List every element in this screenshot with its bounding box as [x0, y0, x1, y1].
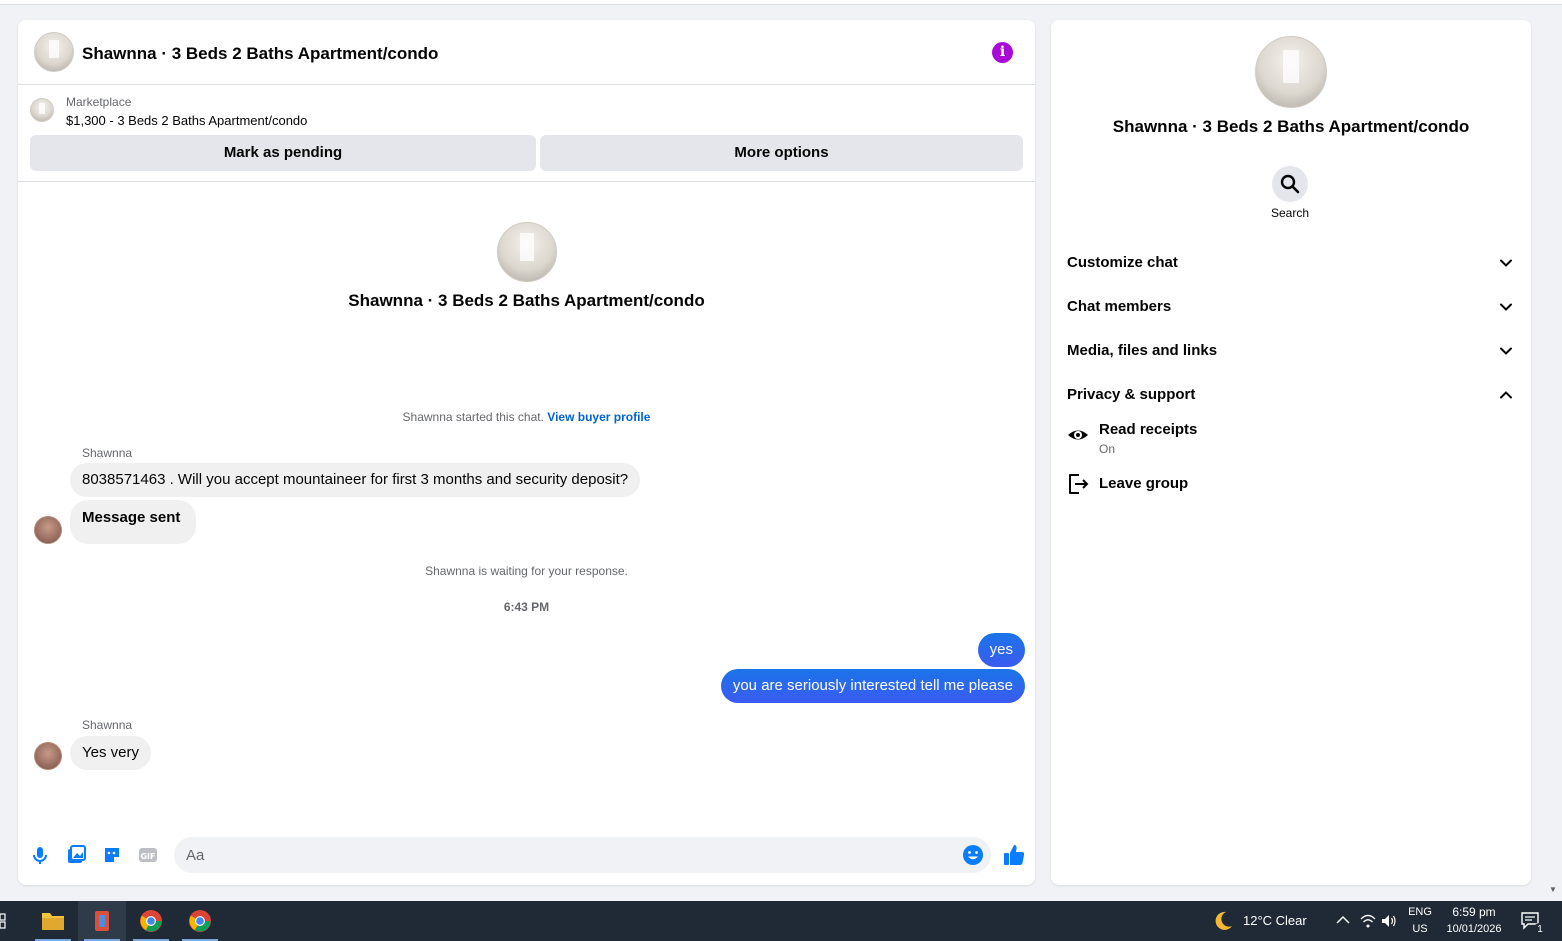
message-sender: Shawnna [82, 718, 133, 732]
view-buyer-profile-link[interactable]: View buyer profile [547, 410, 650, 424]
chevron-down-icon [1500, 303, 1512, 311]
folder-icon [42, 913, 64, 930]
marketplace-label: Marketplace [66, 95, 132, 109]
windows-taskbar: 12°C Clear ENG US 6:59 pm 10/01/2026 1 [0, 901, 1562, 941]
info-icon[interactable]: i [992, 42, 1013, 63]
app-icon [95, 911, 109, 931]
leave-group-label: Leave group [1099, 475, 1189, 492]
clock-time[interactable]: 6:59 pm [1440, 905, 1508, 919]
chrome-icon [189, 910, 211, 932]
chat-started-notice: Shawnna started this chat. View buyer pr… [18, 410, 1035, 424]
chat-header: Shawnna · 3 Beds 2 Baths Apartment/condo… [18, 20, 1035, 85]
taskbar-file-explorer[interactable] [29, 901, 77, 941]
chevron-up-icon[interactable] [1336, 915, 1350, 925]
conversation-info-panel: Shawnna · 3 Beds 2 Baths Apartment/condo… [1051, 20, 1531, 885]
message-timestamp: 6:43 PM [503, 600, 550, 614]
taskbar-chrome[interactable] [127, 901, 175, 941]
moon-weather-icon[interactable] [1212, 910, 1234, 932]
thumbs-up-icon[interactable] [1002, 843, 1026, 867]
outgoing-message[interactable]: yes [977, 633, 1025, 667]
intro-title: Shawnna · 3 Beds 2 Baths Apartment/condo [348, 291, 705, 310]
language-code[interactable]: ENG [1404, 906, 1436, 918]
chat-avatar[interactable] [34, 32, 74, 72]
info-avatar [1255, 36, 1327, 108]
task-view-icon[interactable] [0, 913, 12, 929]
eye-icon [1068, 430, 1088, 440]
info-title: Shawnna · 3 Beds 2 Baths Apartment/condo [1112, 117, 1470, 136]
intro-avatar [497, 222, 557, 282]
mark-as-pending-button[interactable]: Mark as pending [30, 135, 536, 171]
sticker-icon[interactable] [102, 845, 122, 865]
read-receipts-label: Read receipts [1099, 421, 1198, 438]
notification-count: 1 [1533, 923, 1547, 937]
section-label: Media, files and links [1067, 342, 1218, 359]
read-receipts-value: On [1099, 442, 1116, 456]
chat-title[interactable]: Shawnna · 3 Beds 2 Baths Apartment/condo [82, 44, 438, 64]
emoji-icon[interactable] [962, 844, 984, 866]
leave-icon [1069, 474, 1089, 494]
listing-thumbnail[interactable] [30, 98, 54, 122]
search-in-conversation-button[interactable] [1272, 166, 1308, 202]
taskbar-chrome-profile[interactable] [176, 901, 224, 941]
message-sent-card[interactable]: Message sent [70, 500, 197, 544]
waiting-notice: Shawnna is waiting for your response. [425, 564, 628, 578]
search-label: Search [1270, 206, 1310, 220]
message-input[interactable] [174, 837, 991, 873]
incoming-message[interactable]: Yes very [70, 736, 151, 770]
chevron-down-icon [1500, 259, 1512, 267]
more-options-button[interactable]: More options [540, 135, 1023, 171]
chat-started-text: Shawnna started this chat. [402, 410, 544, 424]
section-label: Chat members [1067, 298, 1172, 315]
read-receipts-row[interactable]: Read receipts On [1051, 418, 1531, 462]
microphone-icon[interactable] [30, 845, 50, 865]
svg-text:GIF: GIF [140, 852, 155, 861]
message-sent-text: Message sent [82, 509, 181, 526]
weather-text[interactable]: 12°C Clear [1243, 913, 1307, 928]
section-media-files-links[interactable]: Media, files and links [1051, 330, 1531, 370]
taskbar-app[interactable] [78, 901, 126, 941]
chevron-up-icon [1500, 391, 1512, 399]
wifi-icon[interactable] [1360, 913, 1376, 929]
sender-avatar[interactable] [34, 516, 62, 544]
section-label: Privacy & support [1067, 386, 1196, 403]
clock-date[interactable]: 10/01/2026 [1440, 923, 1508, 935]
speaker-icon[interactable] [1381, 913, 1397, 929]
outgoing-message[interactable]: you are seriously interested tell me ple… [720, 669, 1025, 703]
search-icon [1280, 174, 1300, 194]
keyboard-region[interactable]: US [1404, 923, 1436, 935]
chevron-down-icon [1500, 347, 1512, 355]
photo-attach-icon[interactable] [66, 845, 86, 865]
gif-icon[interactable]: GIF [138, 845, 158, 865]
section-customize-chat[interactable]: Customize chat [1051, 242, 1531, 282]
section-privacy-support[interactable]: Privacy & support [1051, 374, 1531, 414]
browser-top-edge [0, 0, 1562, 5]
section-chat-members[interactable]: Chat members [1051, 286, 1531, 326]
marketplace-banner: Marketplace $1,300 - 3 Beds 2 Baths Apar… [18, 86, 1035, 182]
listing-title[interactable]: $1,300 - 3 Beds 2 Baths Apartment/condo [66, 113, 307, 128]
incoming-message[interactable]: 8038571463 . Will you accept mountaineer… [70, 463, 641, 497]
chrome-icon [140, 910, 162, 932]
section-label: Customize chat [1067, 254, 1178, 271]
sender-avatar[interactable] [34, 742, 62, 770]
message-sender: Shawnna [82, 446, 133, 460]
scrollbar-down-arrow[interactable]: ▼ [1549, 885, 1559, 894]
message-composer: GIF [18, 835, 1035, 875]
leave-group-row[interactable]: Leave group [1051, 470, 1531, 500]
chat-panel: Shawnna · 3 Beds 2 Baths Apartment/condo… [18, 20, 1035, 885]
